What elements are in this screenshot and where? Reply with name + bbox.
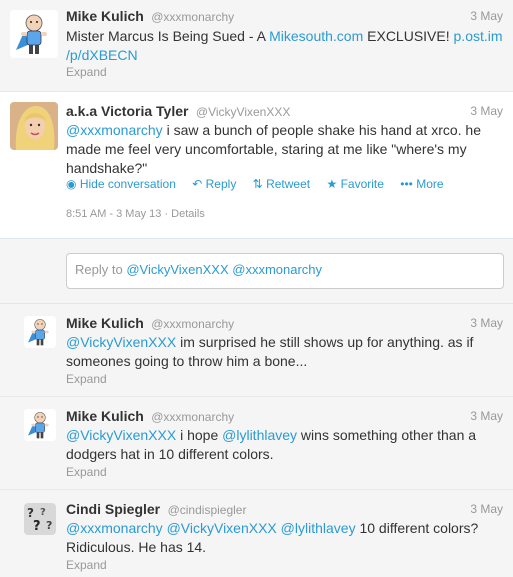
expand-link[interactable]: Expand	[66, 558, 107, 572]
avatar[interactable]	[24, 409, 56, 441]
tweet-text: @VickyVixenXXX im surprised he still sho…	[66, 334, 474, 369]
tweet-meta: 8:51 AM - 3 May 13 · Details	[66, 208, 205, 220]
hide-conversation-button[interactable]: ◉ Hide conversation	[66, 177, 176, 191]
author-handle[interactable]: @xxxmonarchy	[151, 410, 234, 424]
tweet-text: Mister Marcus Is Being Sued - A Mikesout…	[66, 28, 503, 63]
retweet-button[interactable]: ⇅ Retweet	[253, 177, 310, 191]
svg-text:?: ?	[33, 519, 41, 534]
reply-input[interactable]: Reply to @VickyVixenXXX @xxxmonarchy	[66, 253, 504, 289]
tweet-text: @xxxmonarchy i saw a bunch of people sha…	[66, 122, 482, 176]
tweet-timestamp[interactable]: 8:51 AM - 3 May 13	[66, 208, 161, 220]
speech-bubble-icon: ◉	[66, 177, 77, 191]
favorite-button[interactable]: ★ Favorite	[326, 177, 383, 191]
tweet-date[interactable]: 3 May	[470, 409, 503, 423]
tweet-item[interactable]: Mike Kulich @xxxmonarchy 3 May Mister Ma…	[0, 0, 513, 92]
author-name[interactable]: Mike Kulich	[66, 8, 144, 24]
mention-xxxmonarchy[interactable]: @xxxmonarchy	[66, 520, 163, 536]
mention-lylithlavey[interactable]: @lylithlavey	[281, 520, 356, 536]
expand-link[interactable]: Expand	[66, 372, 107, 386]
mention-vickyvixenxxx[interactable]: @VickyVixenXXX	[167, 520, 277, 536]
author-name[interactable]: a.k.a Victoria Tyler	[66, 103, 188, 119]
expand-link[interactable]: Expand	[66, 65, 107, 79]
author-handle[interactable]: @xxxmonarchy	[151, 10, 234, 24]
svg-text:?: ?	[27, 506, 34, 520]
reply-arrow-icon: ↶	[192, 177, 203, 191]
mention-xxxmonarchy[interactable]: @xxxmonarchy	[66, 122, 163, 138]
mention-vickyvixenxxx[interactable]: @VickyVixenXXX	[66, 427, 176, 443]
author-name[interactable]: Cindi Spiegler	[66, 501, 160, 517]
tweet-item[interactable]: Mike Kulich @xxxmonarchy 3 May @VickyVix…	[0, 304, 513, 397]
tweet-item-expanded[interactable]: a.k.a Victoria Tyler @VickyVixenXXX 3 Ma…	[0, 92, 513, 238]
dots-icon: •••	[400, 177, 413, 191]
author-handle[interactable]: @cindispiegler	[168, 503, 247, 517]
tweet-text: @VickyVixenXXX i hope @lylithlavey wins …	[66, 427, 477, 462]
mention-vickyvixenxxx[interactable]: @VickyVixenXXX	[66, 334, 176, 350]
avatar[interactable]	[10, 10, 58, 58]
link-mikesouth[interactable]: Mikesouth.com	[269, 28, 363, 44]
author-name[interactable]: Mike Kulich	[66, 315, 144, 331]
star-icon: ★	[326, 177, 338, 191]
author-handle[interactable]: @xxxmonarchy	[151, 317, 234, 331]
tweet-date[interactable]: 3 May	[470, 502, 503, 516]
tweet-item[interactable]: ? ? ? ? Cindi Spiegler @cindispiegler 3 …	[0, 490, 513, 577]
reply-area: Reply to @VickyVixenXXX @xxxmonarchy	[0, 238, 513, 304]
tweet-item[interactable]: Mike Kulich @xxxmonarchy 3 May @VickyVix…	[0, 397, 513, 490]
details-link[interactable]: Details	[171, 208, 205, 220]
tweet-date[interactable]: 3 May	[470, 104, 503, 118]
author-handle[interactable]: @VickyVixenXXX	[196, 105, 290, 119]
svg-text:?: ?	[40, 507, 46, 518]
reply-button[interactable]: ↶ Reply	[192, 177, 236, 191]
tweet-text: @xxxmonarchy @VickyVixenXXX @lylithlavey…	[66, 520, 479, 555]
tweet-actions: ◉ Hide conversation ↶ Reply ⇅ Retweet ★ …	[66, 177, 457, 191]
svg-text:?: ?	[46, 519, 52, 532]
retweet-icon: ⇅	[252, 177, 263, 191]
expand-link[interactable]: Expand	[66, 465, 107, 479]
tweet-date[interactable]: 3 May	[470, 9, 503, 23]
tweet-date[interactable]: 3 May	[470, 316, 503, 330]
more-button[interactable]: ••• More	[400, 177, 443, 191]
mention-lylithlavey[interactable]: @lylithlavey	[222, 427, 297, 443]
author-name[interactable]: Mike Kulich	[66, 408, 144, 424]
avatar[interactable]	[24, 316, 56, 348]
avatar[interactable]: ? ? ? ?	[24, 503, 56, 535]
avatar[interactable]	[10, 102, 58, 150]
